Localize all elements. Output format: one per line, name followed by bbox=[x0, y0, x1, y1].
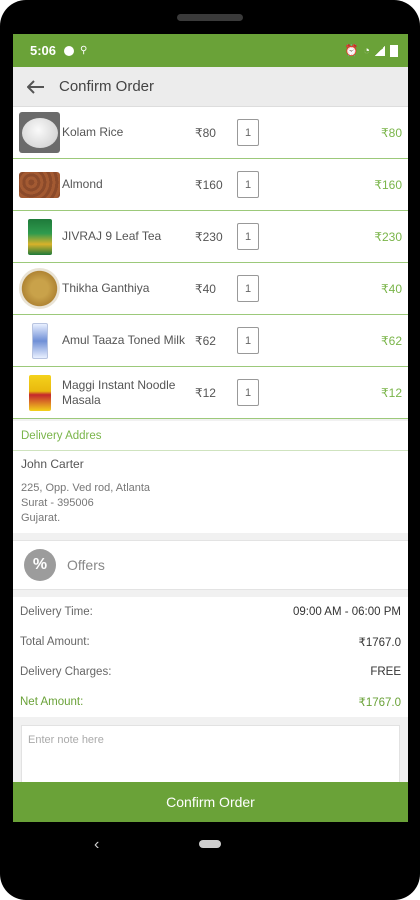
note-input[interactable] bbox=[21, 725, 400, 789]
product-name: Amul Taaza Toned Milk bbox=[62, 333, 185, 347]
delivery-address-heading: Delivery Addres bbox=[13, 421, 408, 451]
product-total: ₹40 bbox=[381, 281, 402, 296]
alarm-icon: ⏰ bbox=[344, 45, 359, 57]
app-screen: 5:06 ⚲ ⏰ ◔ Confirm Order Kolam Rice ₹80 … bbox=[13, 34, 408, 822]
product-price: ₹62 bbox=[195, 333, 216, 348]
status-time: 5:06 bbox=[30, 43, 57, 58]
product-price: ₹12 bbox=[195, 385, 216, 400]
percent-badge-icon: % bbox=[24, 549, 56, 581]
product-name: Thikha Ganthiya bbox=[62, 281, 150, 295]
product-total: ₹230 bbox=[374, 229, 402, 244]
net-amount-value: ₹1767.0 bbox=[358, 697, 402, 709]
status-bar: 5:06 ⚲ ⏰ ◔ bbox=[13, 34, 408, 67]
product-row: JIVRAJ 9 Leaf Tea ₹230 1 ₹230 bbox=[13, 211, 408, 263]
delivery-time-value: 09:00 AM - 06:00 PM bbox=[292, 606, 401, 618]
quantity-box[interactable]: 1 bbox=[237, 223, 259, 250]
product-name: Kolam Rice bbox=[62, 125, 124, 139]
nav-back-icon[interactable]: ‹ bbox=[94, 836, 99, 854]
delivery-address[interactable]: John Carter 225, Opp. Ved rod, Atlanta S… bbox=[13, 451, 408, 533]
delivery-charges-value: FREE bbox=[370, 666, 401, 678]
offers-label: Offers bbox=[67, 557, 105, 573]
delivery-charges-label: Delivery Charges: bbox=[20, 666, 112, 678]
product-total: ₹12 bbox=[381, 385, 402, 400]
recipient-name: John Carter bbox=[21, 457, 84, 471]
quantity-box[interactable]: 1 bbox=[237, 119, 259, 146]
product-name: JIVRAJ 9 Leaf Tea bbox=[62, 229, 162, 243]
address-line: Surat - 395006 bbox=[21, 497, 94, 509]
product-total: ₹62 bbox=[381, 333, 402, 348]
phone-speaker bbox=[177, 14, 243, 21]
delivery-charges-row: Delivery Charges: FREE bbox=[20, 657, 401, 687]
phone-frame: 5:06 ⚲ ⏰ ◔ Confirm Order Kolam Rice ₹80 … bbox=[0, 0, 420, 900]
quantity-box[interactable]: 1 bbox=[237, 327, 259, 354]
wifi-icon: ◔ bbox=[363, 44, 370, 57]
order-summary: Delivery Time: 09:00 AM - 06:00 PM Total… bbox=[13, 597, 408, 717]
system-nav-bar: ‹ bbox=[0, 826, 420, 866]
maggi-pack-image bbox=[19, 372, 60, 413]
total-amount-label: Total Amount: bbox=[20, 636, 90, 648]
delivery-time-row: Delivery Time: 09:00 AM - 06:00 PM bbox=[20, 597, 401, 627]
back-arrow-icon[interactable] bbox=[13, 67, 59, 107]
status-icons: ⏰ ◔ bbox=[345, 44, 398, 57]
product-price: ₹160 bbox=[195, 177, 223, 192]
net-amount-label: Net Amount: bbox=[20, 696, 84, 708]
product-row: Thikha Ganthiya ₹40 1 ₹40 bbox=[13, 263, 408, 315]
product-row: Kolam Rice ₹80 1 ₹80 bbox=[13, 107, 408, 159]
app-bar: Confirm Order bbox=[13, 67, 408, 107]
tea-pack-image bbox=[19, 216, 60, 257]
delivery-time-label: Delivery Time: bbox=[20, 606, 93, 618]
product-total: ₹80 bbox=[381, 125, 402, 140]
product-row: Amul Taaza Toned Milk ₹62 1 ₹62 bbox=[13, 315, 408, 367]
product-price: ₹230 bbox=[195, 229, 223, 244]
address-line: 225, Opp. Ved rod, Atlanta bbox=[21, 482, 151, 494]
product-name: Almond bbox=[62, 177, 103, 191]
usb-icon: ⚲ bbox=[80, 45, 88, 56]
product-price: ₹40 bbox=[195, 281, 216, 296]
total-amount-value: ₹1767.0 bbox=[358, 637, 402, 649]
battery-icon bbox=[390, 44, 398, 57]
product-price: ₹80 bbox=[195, 125, 216, 140]
almond-image bbox=[19, 172, 60, 198]
quantity-box[interactable]: 1 bbox=[237, 171, 259, 198]
rice-image bbox=[19, 112, 60, 153]
product-total: ₹160 bbox=[374, 177, 402, 192]
signal-icon bbox=[375, 45, 385, 56]
product-row: Maggi Instant Noodle Masala ₹12 1 ₹12 bbox=[13, 367, 408, 419]
confirm-order-button[interactable]: Confirm Order bbox=[13, 782, 408, 822]
note-container bbox=[13, 717, 408, 789]
quantity-box[interactable]: 1 bbox=[237, 275, 259, 302]
offers-row[interactable]: % Offers bbox=[13, 540, 408, 590]
notification-dot-icon bbox=[64, 45, 75, 56]
product-row: Almond ₹160 1 ₹160 bbox=[13, 159, 408, 211]
page-title: Confirm Order bbox=[59, 78, 155, 95]
milk-pack-image bbox=[19, 320, 60, 361]
product-name: Maggi Instant Noodle Masala bbox=[62, 377, 176, 407]
total-amount-row: Total Amount: ₹1767.0 bbox=[20, 627, 401, 657]
net-amount-row: Net Amount: ₹1767.0 bbox=[20, 687, 401, 717]
address-line: Gujarat. bbox=[21, 512, 61, 524]
ganthiya-image bbox=[19, 268, 60, 309]
nav-home-icon[interactable] bbox=[199, 840, 221, 848]
quantity-box[interactable]: 1 bbox=[237, 379, 259, 406]
